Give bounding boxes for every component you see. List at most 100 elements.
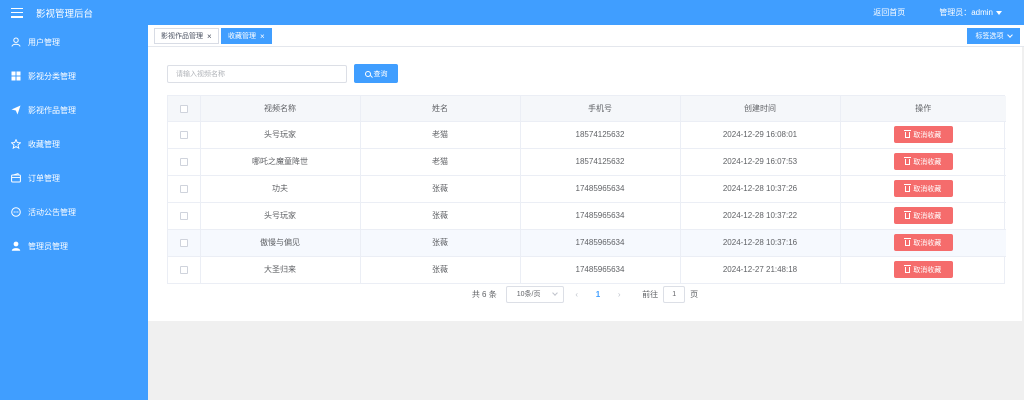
cancel-favorite-button[interactable]: 取消收藏 [893, 126, 953, 143]
video-name-cell: 头号玩家 [200, 121, 361, 149]
tabs-bar: 影视作品管理 × 收藏管理 × 标签选项 [148, 25, 1024, 47]
sidebar-item-announcements[interactable]: 活动公告管理 [0, 195, 148, 229]
cancel-favorite-button[interactable]: 取消收藏 [893, 207, 953, 224]
video-name-cell: 功夫 [200, 175, 361, 203]
select-all-checkbox[interactable] [179, 104, 188, 113]
row-select-cell [168, 229, 201, 257]
admin-dropdown[interactable]: 管理员：admin [939, 7, 1002, 18]
column-header: 手机号 [520, 96, 681, 122]
trash-icon [904, 156, 912, 165]
tab-favorites[interactable]: 收藏管理 × [221, 28, 272, 44]
prev-page-button[interactable]: ‹ [571, 290, 583, 299]
tab-works[interactable]: 影视作品管理 × [154, 28, 219, 44]
user-icon [11, 37, 21, 47]
sidebar-item-label: 影视分类管理 [28, 71, 76, 81]
header-select-all [168, 96, 201, 122]
sidebar-item-orders[interactable]: 订单管理 [0, 161, 148, 195]
sidebar-item-admins[interactable]: 管理员管理 [0, 229, 148, 263]
trash-icon [904, 129, 912, 138]
page-size-label: 10条/页 [516, 291, 541, 298]
sidebar-item-label: 收藏管理 [28, 139, 60, 149]
table-row: 哪吒之魔童降世 老猫 18574125632 2024-12-29 16:07:… [168, 148, 1006, 176]
cancel-favorite-button[interactable]: 取消收藏 [893, 261, 953, 279]
created-time-cell: 2024-12-27 21:48:18 [680, 256, 841, 283]
chevron-down-icon [1006, 32, 1013, 38]
table-row: 大圣归来 张薇 17485965634 2024-12-27 21:48:18 … [168, 256, 1006, 283]
created-time-cell: 2024-12-28 10:37:16 [680, 229, 841, 257]
sidebar-item-works[interactable]: 影视作品管理 [0, 93, 148, 127]
row-checkbox[interactable] [179, 184, 188, 193]
sidebar-item-label: 影视作品管理 [28, 105, 76, 115]
sidebar: 用户管理 影视分类管理 影视作品管理 收藏管理 订单管理 活动公告管理 管理员管… [0, 25, 148, 400]
next-page-button[interactable]: › [613, 290, 625, 299]
search-button[interactable]: 查询 [354, 64, 398, 83]
trash-icon [904, 183, 912, 192]
phone-cell: 18574125632 [520, 148, 681, 176]
action-cell: 取消收藏 [840, 148, 1006, 176]
favorites-table: 视频名称 姓名 手机号 创建时间 操作 头号玩家 老猫 18574125632 … [167, 95, 1006, 284]
star-icon [11, 139, 21, 149]
action-cell: 取消收藏 [840, 121, 1006, 149]
row-checkbox[interactable] [179, 211, 188, 220]
cancel-favorite-button[interactable]: 取消收藏 [893, 234, 953, 251]
user-name-cell: 老猫 [360, 148, 521, 176]
trash-icon [904, 264, 912, 273]
row-checkbox[interactable] [179, 266, 188, 275]
menu-toggle-icon[interactable] [10, 6, 24, 20]
tab-options-button[interactable]: 标签选项 [967, 28, 1020, 44]
sidebar-item-categories[interactable]: 影视分类管理 [0, 59, 148, 93]
row-select-cell [168, 256, 201, 283]
page-size-select[interactable]: 10条/页 [505, 285, 564, 303]
header-right: 返回首页 管理员：admin [873, 0, 1002, 25]
tab-label: 收藏管理 [228, 33, 256, 40]
goto-page-input[interactable] [663, 285, 686, 303]
caret-down-icon [996, 10, 1002, 15]
phone-cell: 17485965634 [520, 256, 681, 283]
search-input[interactable] [167, 65, 347, 83]
goto-prefix: 前往 [642, 289, 659, 299]
cancel-favorite-button[interactable]: 取消收藏 [893, 180, 953, 197]
video-name-cell: 哪吒之魔童降世 [200, 148, 361, 176]
cancel-favorite-label: 取消收藏 [913, 131, 942, 139]
search-button-label: 查询 [373, 70, 388, 78]
sidebar-item-label: 用户管理 [28, 37, 60, 47]
sidebar-item-label: 订单管理 [28, 173, 60, 183]
table-row: 头号玩家 老猫 18574125632 2024-12-29 16:08:01 … [168, 121, 1006, 149]
sidebar-item-label: 管理员管理 [28, 241, 68, 251]
wallet-icon [11, 173, 21, 183]
column-header: 姓名 [360, 96, 521, 122]
row-checkbox[interactable] [179, 238, 188, 247]
cancel-favorite-label: 取消收藏 [913, 185, 942, 193]
sidebar-item-users[interactable]: 用户管理 [0, 25, 148, 59]
close-icon[interactable]: × [260, 32, 265, 41]
back-home-link[interactable]: 返回首页 [873, 7, 905, 18]
trash-icon [904, 237, 912, 246]
admin-user-icon [11, 241, 21, 251]
table-row: 功夫 张薇 17485965634 2024-12-28 10:37:26 取消… [168, 175, 1006, 203]
cancel-favorite-button[interactable]: 取消收藏 [893, 153, 953, 170]
created-time-cell: 2024-12-29 16:07:53 [680, 148, 841, 176]
column-header: 操作 [840, 96, 1006, 122]
close-icon[interactable]: × [207, 32, 212, 41]
action-cell: 取消收藏 [840, 256, 1006, 283]
video-name-cell: 头号玩家 [200, 202, 361, 230]
pagination-total: 共 6 条 [471, 289, 497, 299]
goto-suffix: 页 [690, 289, 699, 299]
created-time-cell: 2024-12-29 16:08:01 [680, 121, 841, 149]
app-title: 影视管理后台 [36, 8, 94, 20]
chevron-down-icon [551, 289, 558, 296]
row-checkbox[interactable] [179, 130, 188, 139]
created-time-cell: 2024-12-28 10:37:22 [680, 202, 841, 230]
table-row: 头号玩家 张薇 17485965634 2024-12-28 10:37:22 … [168, 202, 1006, 230]
user-name-cell: 张薇 [360, 229, 521, 257]
user-name-cell: 张薇 [360, 202, 521, 230]
admin-label: 管理员：admin [939, 8, 993, 17]
page-number-current[interactable]: 1 [596, 290, 600, 299]
video-name-cell: 大圣归来 [200, 256, 361, 283]
phone-cell: 17485965634 [520, 202, 681, 230]
cancel-favorite-label: 取消收藏 [913, 158, 942, 166]
sidebar-item-favorites[interactable]: 收藏管理 [0, 127, 148, 161]
pagination: 共 6 条 10条/页 ‹ 1 › 前往 页 [148, 285, 1022, 303]
cancel-favorite-label: 取消收藏 [913, 212, 942, 220]
row-checkbox[interactable] [179, 157, 188, 166]
